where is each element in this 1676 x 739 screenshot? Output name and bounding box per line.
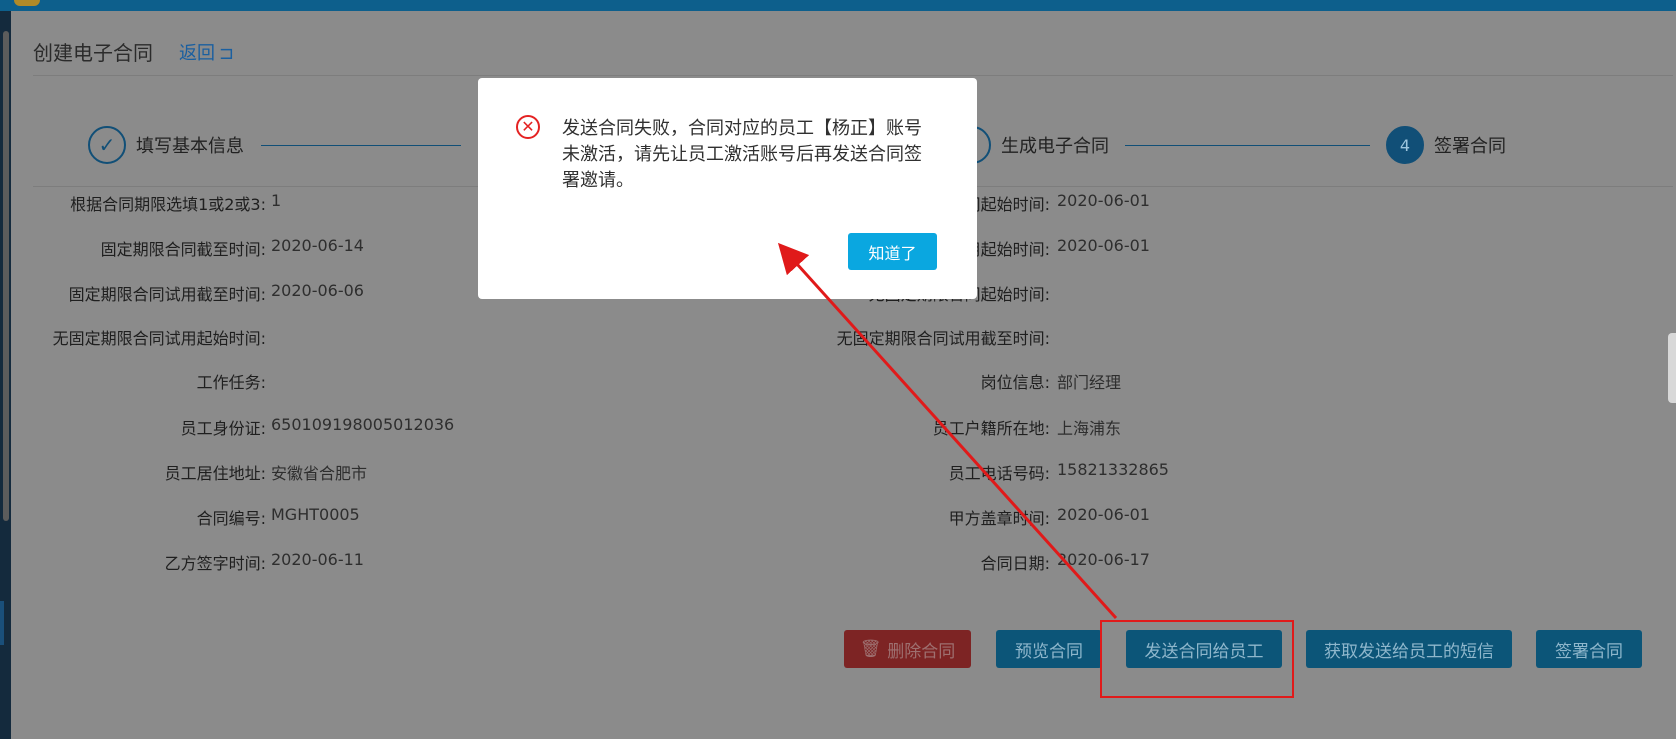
step-label: 生成电子合同 bbox=[1001, 136, 1109, 157]
field-label: 甲方盖章时间: bbox=[948, 509, 1050, 528]
field-label: 根据合同期限选填1或2或3: bbox=[70, 195, 266, 214]
field-value: 上海浦东 bbox=[1057, 419, 1122, 438]
delete-label: 删除合同 bbox=[887, 641, 956, 662]
field-value: 2020-06-01 bbox=[1057, 236, 1150, 255]
top-bar bbox=[0, 0, 1676, 11]
field-value: 650109198005012036 bbox=[271, 415, 455, 434]
sidebar-indicator bbox=[0, 601, 4, 645]
field-label: 员工身份证: bbox=[180, 419, 266, 438]
step-label: 填写基本信息 bbox=[136, 136, 244, 157]
back-link[interactable]: 返回 ⊐ bbox=[179, 39, 234, 65]
step-connector bbox=[261, 145, 461, 146]
field-label: 固定期限合同试用截至时间: bbox=[68, 285, 266, 304]
field-label: 员工居住地址: bbox=[164, 464, 266, 483]
left-sidebar-strip bbox=[0, 11, 11, 739]
right-scrollbar[interactable] bbox=[1668, 333, 1676, 403]
field-label: 无固定期限合同试用起始时间: bbox=[52, 329, 266, 348]
divider bbox=[33, 75, 1673, 76]
step-connector bbox=[1125, 145, 1370, 146]
get-sms-button[interactable]: 获取发送给员工的短信 bbox=[1306, 630, 1512, 668]
error-icon: ✕ bbox=[516, 115, 540, 139]
field-label: 员工户籍所在地: bbox=[932, 419, 1050, 438]
page-title: 创建电子合同 bbox=[33, 41, 153, 65]
field-value: 1 bbox=[271, 191, 282, 210]
field-value: 2020-06-01 bbox=[1057, 505, 1150, 524]
dialog-confirm-button[interactable]: 知道了 bbox=[848, 233, 937, 270]
step-number: 4 bbox=[1386, 126, 1424, 164]
field-value: 2020-06-06 bbox=[271, 281, 364, 300]
field-value: MGHT0005 bbox=[271, 505, 360, 524]
check-icon: ✓ bbox=[88, 126, 126, 164]
back-label: 返回 bbox=[179, 43, 215, 64]
field-value: 15821332865 bbox=[1057, 460, 1169, 479]
step-1: ✓ 填写基本信息 bbox=[88, 126, 244, 164]
field-value: 安徽省合肥市 bbox=[271, 464, 368, 483]
preview-contract-button[interactable]: 预览合同 bbox=[996, 630, 1102, 668]
field-label: 固定期限合同截至时间: bbox=[100, 240, 266, 259]
field-label: 合同编号: bbox=[196, 509, 266, 528]
field-value: 部门经理 bbox=[1057, 373, 1122, 392]
field-label: 工作任务: bbox=[196, 373, 266, 392]
field-label: 乙方签字时间: bbox=[164, 554, 266, 573]
step-label: 签署合同 bbox=[1434, 136, 1506, 157]
error-dialog: ✕ 发送合同失败，合同对应的员工【杨正】账号未激活，请先让员工激活账号后再发送合… bbox=[478, 78, 977, 299]
logo bbox=[14, 0, 40, 6]
field-label: 员工电话号码: bbox=[948, 464, 1050, 483]
sign-contract-button[interactable]: 签署合同 bbox=[1536, 630, 1642, 668]
trash-icon: 🗑 bbox=[859, 639, 882, 659]
field-label: 无固定期限合同试用截至时间: bbox=[836, 329, 1050, 348]
step-4: 4 签署合同 bbox=[1386, 126, 1506, 164]
scrollbar-thumb[interactable] bbox=[3, 31, 9, 521]
field-value: 2020-06-11 bbox=[271, 550, 364, 569]
annotation-highlight-box bbox=[1100, 620, 1294, 698]
return-icon: ⊐ bbox=[219, 43, 235, 64]
delete-contract-button[interactable]: 🗑 删除合同 bbox=[844, 630, 971, 668]
field-value: 2020-06-01 bbox=[1057, 191, 1150, 210]
field-label: 岗位信息: bbox=[980, 373, 1050, 392]
field-label: 合同日期: bbox=[980, 554, 1050, 573]
dialog-message: 发送合同失败，合同对应的员工【杨正】账号未激活，请先让员工激活账号后再发送合同签… bbox=[562, 118, 922, 191]
field-value: 2020-06-14 bbox=[271, 236, 364, 255]
field-value: 2020-06-17 bbox=[1057, 550, 1150, 569]
